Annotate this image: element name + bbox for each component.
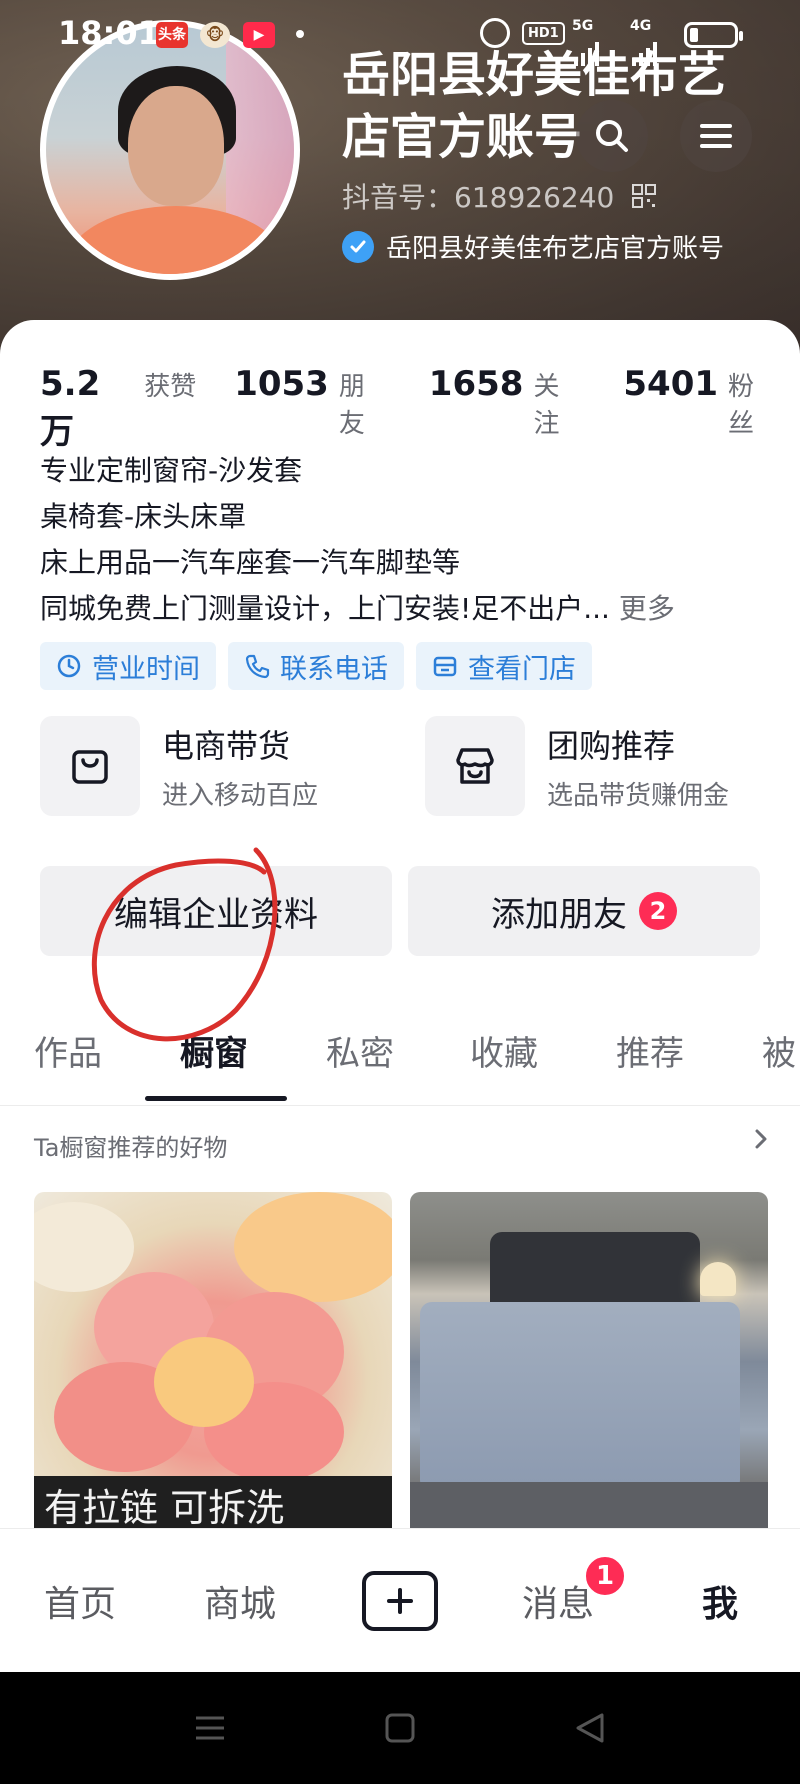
bottom-navigation: 首页 商城 消息 1 我 bbox=[0, 1528, 800, 1672]
bio-more-link[interactable]: 更多 bbox=[619, 592, 675, 625]
search-icon bbox=[596, 120, 628, 152]
ecommerce-entry[interactable]: 电商带货 进入移动百应 bbox=[40, 716, 375, 816]
product-grid: 有拉链 可拆洗 bbox=[34, 1192, 770, 1532]
stat-value: 1053 bbox=[234, 364, 329, 404]
search-button[interactable] bbox=[576, 100, 648, 172]
action-buttons: 编辑企业资料 添加朋友 2 bbox=[40, 866, 760, 956]
nav-me[interactable]: 我 bbox=[702, 1575, 738, 1627]
bio-line: 床上用品一汽车座套一汽车脚垫等 bbox=[40, 546, 461, 579]
verified-label: 岳阳县好美佳布艺店官方账号 bbox=[386, 234, 725, 264]
product-card[interactable] bbox=[410, 1192, 768, 1532]
stat-following[interactable]: 1658 关注 bbox=[429, 364, 586, 440]
group-buy-icon bbox=[425, 716, 525, 816]
nav-mall[interactable]: 商城 bbox=[204, 1575, 276, 1627]
feature-subtitle: 进入移动百应 bbox=[162, 780, 319, 811]
toutiao-notification-icon: 头条 bbox=[156, 22, 188, 48]
stat-label: 关注 bbox=[533, 372, 560, 439]
product-card[interactable]: 有拉链 可拆洗 bbox=[34, 1192, 392, 1532]
add-friend-button[interactable]: 添加朋友 2 bbox=[408, 866, 760, 956]
tab-showcase[interactable]: 橱窗 bbox=[180, 1026, 248, 1075]
content-tabs: 作品 橱窗 私密 收藏 推荐 被 bbox=[0, 1010, 800, 1106]
store-icon bbox=[433, 656, 457, 677]
alarm-icon bbox=[480, 18, 510, 48]
stat-value: 1658 bbox=[428, 364, 524, 404]
product-caption: 有拉链 可拆洗 bbox=[34, 1476, 392, 1532]
video-app-notification-icon: ▶ bbox=[243, 22, 275, 48]
back-triangle-icon[interactable] bbox=[572, 1710, 608, 1746]
add-friend-badge: 2 bbox=[639, 892, 677, 930]
create-post-button[interactable] bbox=[362, 1571, 438, 1631]
chevron-right-icon bbox=[755, 1129, 767, 1149]
tab-works[interactable]: 作品 bbox=[34, 1026, 102, 1075]
monkey-app-notification-icon: 🐵 bbox=[200, 22, 230, 48]
douyin-id: 抖音号：618926240 bbox=[342, 181, 615, 214]
tab-favorites[interactable]: 收藏 bbox=[470, 1026, 538, 1075]
info-chips: 营业时间 联系电话 查看门店 bbox=[40, 642, 592, 690]
stat-value: 5.2万 bbox=[40, 364, 101, 452]
stats-row: 5.2万 获赞 1053 朋友 1658 关注 5401 粉丝 bbox=[40, 364, 780, 453]
more-notifications-dot-icon bbox=[296, 30, 304, 38]
stat-label: 粉丝 bbox=[728, 372, 755, 439]
view-store-chip[interactable]: 查看门店 bbox=[416, 642, 592, 690]
status-time: 18:01 bbox=[58, 14, 160, 52]
profile-bio[interactable]: 专业定制窗帘-沙发套 桌椅套-床头床罩 床上用品一汽车座套一汽车脚垫等 同城免费… bbox=[40, 448, 760, 632]
chip-label: 查看门店 bbox=[468, 653, 576, 685]
qr-code-icon[interactable] bbox=[632, 184, 656, 208]
tab-liked[interactable]: 被 bbox=[762, 1026, 796, 1075]
messages-badge: 1 bbox=[584, 1555, 626, 1597]
verification-row[interactable]: 岳阳县好美佳布艺店官方账号 bbox=[342, 228, 724, 265]
tab-recommend[interactable]: 推荐 bbox=[616, 1026, 684, 1075]
feature-title: 团购推荐 bbox=[547, 726, 676, 765]
profile-card: 5.2万 获赞 1053 朋友 1658 关注 5401 粉丝 专业定制窗帘-沙… bbox=[0, 320, 800, 1650]
system-navigation-bar bbox=[0, 1672, 800, 1784]
nav-home[interactable]: 首页 bbox=[44, 1575, 116, 1627]
menu-button[interactable] bbox=[680, 100, 752, 172]
bio-line: 专业定制窗帘-沙发套 bbox=[40, 454, 303, 487]
menu-icon bbox=[700, 124, 732, 148]
stat-followers[interactable]: 5401 粉丝 bbox=[623, 364, 780, 440]
bio-line-last: 同城免费上门测量设计，上门安装!足不出户... 更多 bbox=[40, 586, 760, 632]
chip-label: 营业时间 bbox=[92, 653, 200, 685]
verified-check-icon bbox=[342, 230, 374, 263]
stat-label: 获赞 bbox=[144, 372, 197, 402]
recommend-title: Ta橱窗推荐的好物 bbox=[34, 1134, 228, 1162]
business-hours-chip[interactable]: 营业时间 bbox=[40, 642, 216, 690]
bio-line-text: 同城免费上门测量设计，上门安装!足不出户... bbox=[40, 592, 610, 625]
stat-label: 朋友 bbox=[338, 372, 365, 439]
home-square-icon[interactable] bbox=[382, 1710, 418, 1746]
group-buy-entry[interactable]: 团购推荐 选品带货赚佣金 bbox=[425, 716, 760, 816]
bio-line: 桌椅套-床头床罩 bbox=[40, 500, 247, 533]
shopping-bag-icon bbox=[40, 716, 140, 816]
active-tab-indicator bbox=[145, 1096, 287, 1101]
stat-value: 5401 bbox=[623, 364, 719, 404]
contact-phone-chip[interactable]: 联系电话 bbox=[228, 642, 404, 690]
plus-icon bbox=[387, 1588, 413, 1614]
recent-apps-icon[interactable] bbox=[192, 1710, 228, 1746]
stat-friends[interactable]: 1053 朋友 bbox=[234, 364, 391, 440]
feature-entries: 电商带货 进入移动百应 团购推荐 选品带货赚佣金 bbox=[40, 716, 760, 816]
edit-profile-button[interactable]: 编辑企业资料 bbox=[40, 866, 392, 956]
phone-icon bbox=[245, 654, 270, 679]
stat-likes[interactable]: 5.2万 获赞 bbox=[40, 364, 196, 453]
edit-profile-label: 编辑企业资料 bbox=[114, 894, 318, 935]
tab-private[interactable]: 私密 bbox=[326, 1026, 394, 1075]
battery-icon bbox=[684, 22, 743, 48]
add-friend-label: 添加朋友 bbox=[491, 894, 627, 935]
recommend-header[interactable]: Ta橱窗推荐的好物 bbox=[34, 1128, 774, 1163]
chip-label: 联系电话 bbox=[280, 653, 388, 685]
hd-voice-icon: HD1 bbox=[522, 22, 565, 45]
feature-subtitle: 选品带货赚佣金 bbox=[547, 780, 730, 811]
feature-title: 电商带货 bbox=[162, 726, 291, 765]
clock-icon bbox=[57, 654, 81, 678]
nav-messages[interactable]: 消息 bbox=[522, 1575, 594, 1627]
status-bar: 18:01 头条 🐵 ▶ HD1 5G 4G bbox=[0, 0, 800, 70]
